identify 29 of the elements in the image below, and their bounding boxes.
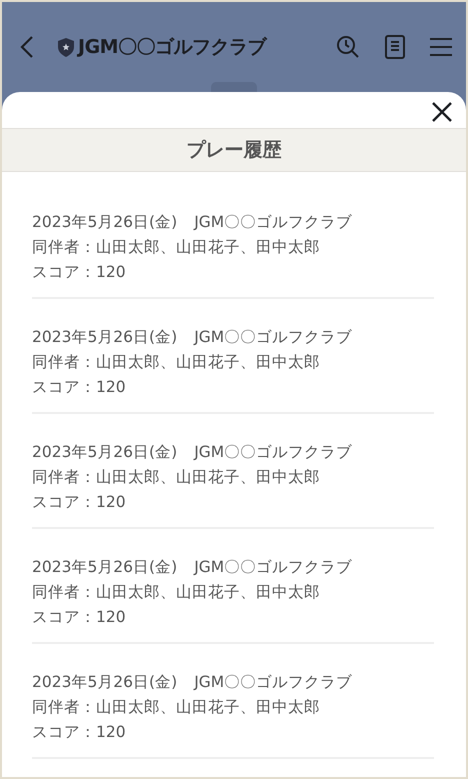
shield-icon	[58, 38, 74, 56]
companions-text: 同伴者：山田太郎、山田花子、田中太郎	[32, 468, 320, 486]
course-name: JGM〇〇ゴルフクラブ	[194, 673, 352, 691]
course-name: JGM〇〇ゴルフクラブ	[194, 328, 352, 346]
companions-text: 同伴者：山田太郎、山田花子、田中太郎	[32, 353, 320, 371]
back-button[interactable]	[20, 35, 34, 59]
course-name: JGM〇〇ゴルフクラブ	[194, 443, 352, 461]
score-text: スコア：120	[32, 493, 126, 511]
menu-button[interactable]	[430, 37, 452, 57]
play-date: 2023年5月26日(金)	[32, 213, 178, 231]
companions-text: 同伴者：山田太郎、山田花子、田中太郎	[32, 583, 320, 601]
drag-handle[interactable]	[211, 82, 257, 92]
score-text: スコア：120	[32, 608, 126, 626]
companions-text: 同伴者：山田太郎、山田花子、田中太郎	[32, 238, 320, 256]
play-date: 2023年5月26日(金)	[32, 443, 178, 461]
score-text: スコア：120	[32, 723, 126, 741]
score-text: スコア：120	[32, 263, 126, 281]
play-date: 2023年5月26日(金)	[32, 558, 178, 576]
document-button[interactable]	[384, 35, 406, 59]
score-text: スコア：120	[32, 378, 126, 396]
course-name: JGM〇〇ゴルフクラブ	[194, 213, 352, 231]
play-date: 2023年5月26日(金)	[32, 673, 178, 691]
search-history-button[interactable]	[336, 35, 360, 59]
play-date: 2023年5月26日(金)	[32, 328, 178, 346]
club-title: JGM〇〇ゴルフクラブ	[78, 34, 266, 60]
sheet-heading: プレー履歴	[2, 128, 466, 172]
close-button[interactable]	[432, 102, 452, 122]
course-name: JGM〇〇ゴルフクラブ	[194, 558, 352, 576]
companions-text: 同伴者：山田太郎、山田花子、田中太郎	[32, 698, 320, 716]
